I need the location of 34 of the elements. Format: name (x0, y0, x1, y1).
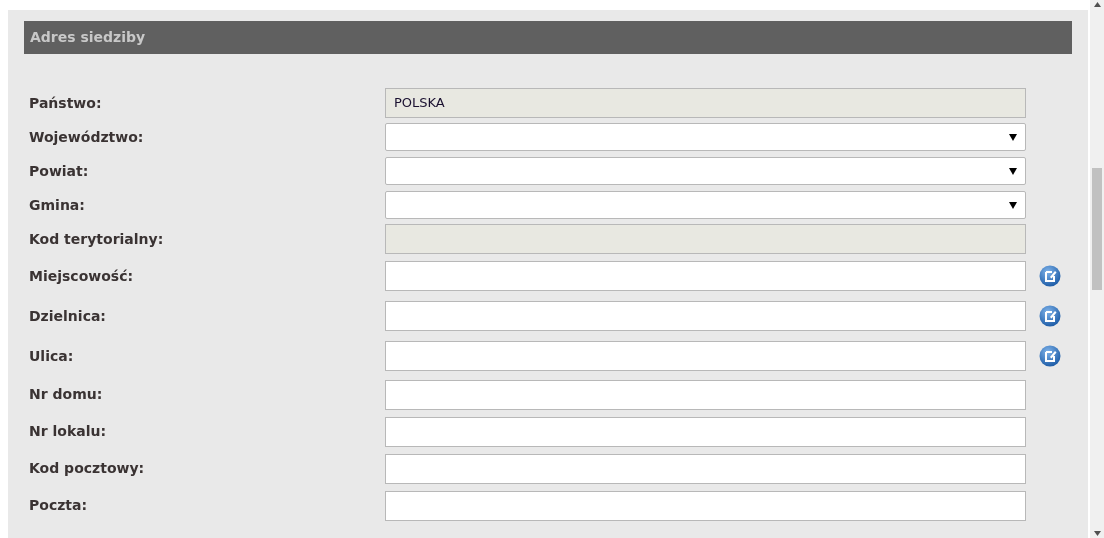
field-label: Kod pocztowy: (29, 459, 146, 478)
field-label: Państwo: (29, 93, 103, 113)
input-field[interactable] (385, 490, 1026, 521)
field-label: Nr lokalu: (29, 422, 108, 441)
edit-icon[interactable] (1039, 345, 1061, 367)
field-label: Powiat: (29, 161, 90, 181)
dropdown-field[interactable] (385, 157, 1026, 185)
field-label: Poczta: (29, 496, 89, 515)
scroll-up-icon[interactable] (1093, 2, 1101, 7)
scrollbar[interactable] (1090, 0, 1104, 538)
field-label: Kod terytorialny: (29, 229, 165, 249)
scroll-down-icon[interactable] (1093, 531, 1101, 536)
edit-icon[interactable] (1039, 305, 1061, 327)
input-field[interactable] (385, 301, 1026, 331)
field-label: Województwo: (29, 127, 145, 147)
caret-icon (1009, 167, 1017, 175)
field-label: Dzielnica: (29, 306, 107, 326)
scroll-thumb[interactable] (1092, 168, 1102, 290)
dropdown-field[interactable] (385, 123, 1026, 151)
caret-icon (1009, 133, 1017, 141)
field-label: Nr domu: (29, 385, 104, 404)
field-label: Miejscowość: (29, 266, 135, 286)
edit-icon[interactable] (1039, 265, 1061, 287)
field-label: Gmina: (29, 195, 86, 215)
field-label: Ulica: (29, 346, 75, 366)
input-field[interactable] (385, 416, 1026, 447)
dropdown-field[interactable] (385, 191, 1026, 219)
input-field[interactable] (385, 453, 1026, 484)
input-field[interactable] (385, 379, 1026, 410)
readonly-field: POLSKA (385, 88, 1026, 118)
input-field[interactable] (385, 341, 1026, 371)
caret-icon (1009, 201, 1017, 209)
section-title: Adres siedziby (30, 28, 146, 47)
input-field[interactable] (385, 261, 1026, 291)
